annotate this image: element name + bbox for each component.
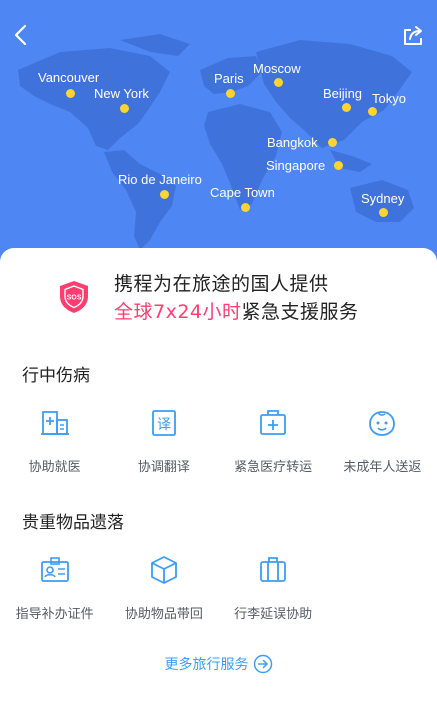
city-marker-singapore (334, 161, 343, 170)
share-button[interactable] (397, 18, 431, 52)
share-icon (404, 26, 422, 45)
header-line1: 携程为在旅途的国人提供 (114, 273, 329, 295)
city-label-beijing: Beijing (323, 86, 363, 101)
city-marker-tokyo (368, 107, 377, 116)
city-marker-moscow (274, 78, 283, 87)
back-button[interactable] (4, 18, 38, 52)
city-marker-vancouver (66, 89, 75, 98)
service-luggage-delay[interactable]: 行李延误协助 (219, 555, 328, 622)
section-injury-grid: 协助就医 译 协调翻译 紧急医疗转运 未成年人送返 (0, 408, 437, 475)
service-label: 紧急医疗转运 (234, 460, 313, 475)
city-label-tokyo: Tokyo (372, 91, 406, 106)
service-label: 未成年人送返 (343, 460, 422, 475)
service-medical-assist[interactable]: 协助就医 (0, 408, 109, 475)
header-highlight: 全球7x24小时 (114, 301, 242, 323)
more-services-label: 更多旅行服务 (164, 657, 249, 673)
city-label-paris: Paris (214, 71, 244, 86)
service-label: 协调翻译 (137, 460, 190, 475)
service-label: 指导补办证件 (15, 607, 94, 622)
city-label-rio-de-janeiro: Rio de Janeiro (118, 172, 202, 187)
hospital-icon (40, 411, 69, 435)
medical-kit-icon (260, 410, 287, 435)
section-valuables-grid: 指导补办证件 协助物品带回 行李延误协助 (0, 555, 437, 622)
city-label-bangkok: Bangkok (267, 135, 318, 150)
section-title-valuables: 贵重物品遗落 (22, 513, 124, 533)
city-label-cape-town: Cape Town (210, 185, 275, 200)
svg-text:译: 译 (157, 417, 171, 433)
service-label: 协助物品带回 (124, 607, 203, 622)
back-arrow-icon (14, 24, 27, 46)
city-label-new-york: New York (94, 86, 149, 101)
city-label-vancouver: Vancouver (38, 70, 100, 85)
city-marker-paris (226, 89, 235, 98)
city-marker-sydney (379, 208, 388, 217)
section-title-injury: 行中伤病 (22, 366, 90, 386)
header-line2: 全球7x24小时紧急支援服务 (114, 298, 437, 326)
luggage-icon (260, 557, 287, 582)
city-marker-new-york (120, 104, 129, 113)
city-label-sydney: Sydney (361, 191, 405, 206)
city-marker-cape-town (241, 203, 250, 212)
service-label: 协助就医 (28, 460, 81, 475)
translate-icon: 译 (151, 410, 176, 436)
id-card-icon (40, 557, 69, 582)
more-services-link[interactable]: 更多旅行服务 (0, 654, 437, 674)
sos-shield-icon: SOS (60, 281, 88, 313)
service-medical-transfer[interactable]: 紧急医疗转运 (219, 408, 328, 475)
city-marker-rio-de-janeiro (160, 190, 169, 199)
service-document-reissue[interactable]: 指导补办证件 (0, 555, 109, 622)
header-text: 携程为在旅途的国人提供 全球7x24小时紧急支援服务 (114, 270, 437, 326)
child-face-icon (369, 411, 396, 436)
city-label-moscow: Moscow (253, 61, 301, 76)
city-marker-beijing (342, 103, 351, 112)
world-map-banner: Vancouver New York Paris Moscow Beijing … (0, 0, 437, 262)
service-item-return[interactable]: 协助物品带回 (109, 555, 218, 622)
header-line2-rest: 紧急支援服务 (241, 301, 359, 323)
service-translation[interactable]: 译 协调翻译 (109, 408, 218, 475)
city-label-singapore: Singapore (266, 158, 326, 173)
service-label: 行李延误协助 (234, 607, 313, 622)
arrow-circle-right-icon (253, 654, 272, 674)
service-minor-return[interactable]: 未成年人送返 (328, 408, 437, 475)
world-map-graphic (18, 34, 414, 250)
sos-text: SOS (67, 295, 82, 302)
package-icon (150, 556, 177, 584)
city-marker-bangkok (328, 138, 337, 147)
